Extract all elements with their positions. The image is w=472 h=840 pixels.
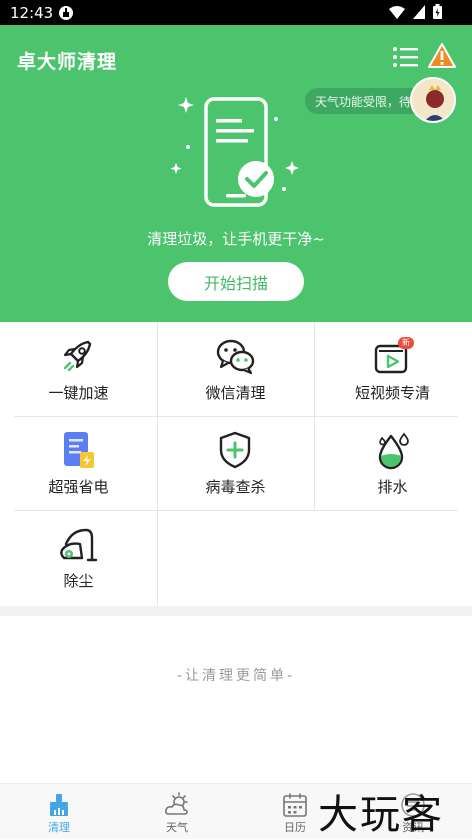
feature-label: 一键加速: [48, 384, 109, 402]
weather-icon: [164, 792, 190, 818]
start-scan-button[interactable]: 开始扫描: [168, 262, 304, 301]
avatar[interactable]: [410, 77, 456, 123]
hero-header: 卓大师清理 天气功能受限，待修复 清理垃圾，让手机更干净~ 开始扫描: [0, 25, 472, 322]
feature-label: 除尘: [63, 572, 94, 590]
tab-clean[interactable]: 清理: [0, 784, 118, 840]
wechat-icon: [215, 336, 255, 376]
feature-dust-removal[interactable]: 除尘: [0, 510, 157, 604]
watermark-logo: 大玩客: [318, 792, 444, 838]
feature-label: 病毒查杀: [205, 478, 266, 496]
vacuum-icon: [58, 524, 98, 564]
section-divider: [0, 606, 472, 616]
battery-status-icon: [433, 4, 442, 23]
new-badge: 新: [398, 337, 414, 349]
shield-icon: [215, 430, 255, 470]
feature-short-video-clean[interactable]: 新 短视频专清: [314, 322, 471, 416]
new-badge-text: 新: [402, 338, 410, 347]
feature-power-saving[interactable]: 超强省电: [0, 416, 157, 510]
feature-wechat-clean[interactable]: 微信清理: [157, 322, 314, 416]
app-title: 卓大师清理: [17, 51, 118, 73]
grid-divider: [157, 510, 158, 606]
hero-slogan: 清理垃圾，让手机更干净~: [147, 230, 325, 248]
feature-label: 短视频专清: [354, 384, 430, 402]
clean-phone-illustration: [168, 93, 304, 229]
status-bar: 12:43: [0, 0, 472, 25]
feature-grid: 一键加速 微信清理 新 短视频专清 超强省电 病毒查杀 排水 除尘: [0, 322, 472, 606]
battery-icon: [58, 430, 98, 470]
tab-weather[interactable]: 天气: [118, 784, 236, 840]
footer-slogan: -让清理更简单-: [176, 668, 296, 684]
status-time: 12:43: [10, 3, 54, 22]
rocket-icon: [58, 336, 98, 376]
feature-label: 微信清理: [205, 384, 266, 402]
calendar-icon: [282, 792, 308, 818]
wifi-icon: [389, 5, 405, 23]
warning-icon[interactable]: [428, 43, 456, 69]
water-icon: [372, 430, 412, 470]
signal-icon: [413, 4, 425, 23]
menu-list-icon[interactable]: [392, 45, 418, 69]
tab-label: 天气: [166, 821, 188, 834]
feature-water-drain[interactable]: 排水: [314, 416, 471, 510]
broom-icon: [46, 792, 72, 818]
feature-virus-scan[interactable]: 病毒查杀: [157, 416, 314, 510]
feature-label: 超强省电: [48, 478, 109, 496]
tab-label: 清理: [48, 821, 70, 834]
feature-label: 排水: [377, 478, 408, 496]
feature-one-key-speedup[interactable]: 一键加速: [0, 322, 157, 416]
app-notification-icon: [59, 5, 74, 20]
